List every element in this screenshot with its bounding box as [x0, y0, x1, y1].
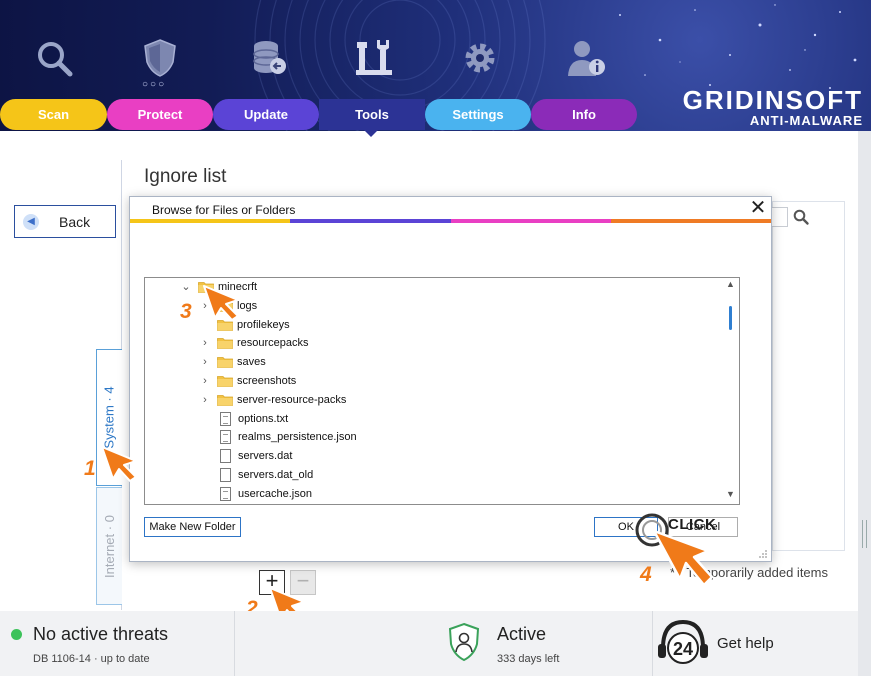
step-4-arrow-icon: [652, 529, 714, 587]
chevron-right-icon[interactable]: ›: [199, 375, 211, 387]
back-button[interactable]: ◀ Back: [14, 205, 116, 238]
tree-node-label: realms_persistence.json: [238, 431, 357, 444]
status-dot-icon: [11, 629, 22, 640]
dialog-title: Browse for Files or Folders: [152, 203, 296, 217]
resize-grip-icon[interactable]: [758, 549, 768, 559]
make-new-folder-button[interactable]: Make New Folder: [144, 517, 241, 537]
footer-divider: [234, 611, 235, 676]
scroll-thumb[interactable]: [729, 306, 732, 330]
scroll-up-icon[interactable]: ▲: [726, 279, 735, 289]
tab-internet[interactable]: Internet · 0: [96, 487, 122, 605]
tab-protect[interactable]: Protect: [107, 99, 213, 130]
colorbar-segment: [610, 219, 771, 223]
tab-scan[interactable]: Scan: [0, 99, 107, 130]
tree-node-label: options.txt: [238, 412, 289, 425]
settings-gear-icon[interactable]: [458, 36, 502, 80]
tree-node-label: server-resource-packs: [237, 393, 347, 406]
tree-node[interactable]: options.txt: [145, 410, 288, 428]
support-headset-icon[interactable]: 24: [655, 616, 711, 672]
threat-status: No active threats: [33, 624, 169, 644]
file-icon: [220, 468, 231, 482]
tree-node-label: profilekeys: [237, 318, 290, 331]
tree-node-label: servers.dat_old: [238, 469, 314, 481]
tab-update[interactable]: Update: [213, 99, 319, 130]
back-button-label: Back: [59, 213, 91, 230]
tree-scrollbar[interactable]: ▲ ▼: [723, 278, 739, 504]
scroll-down-icon[interactable]: ▼: [726, 489, 735, 499]
update-database-icon[interactable]: [246, 36, 290, 80]
footer-divider: [652, 611, 653, 676]
license-days-left: 333 days left: [497, 653, 560, 665]
active-tab-caret: [364, 130, 378, 137]
tools-wrench-icon[interactable]: [352, 36, 396, 80]
tree-node[interactable]: usercache.json: [145, 485, 312, 503]
page-title: Ignore list: [144, 166, 227, 187]
status-footer: No active threats DB 1106-14 · up to dat…: [0, 611, 858, 676]
chevron-right-icon[interactable]: ›: [199, 394, 211, 406]
step-1-arrow-icon: [101, 446, 137, 482]
info-user-icon[interactable]: [564, 36, 608, 80]
tree-node[interactable]: › server-resource-packs: [145, 391, 346, 409]
tree-node-label: screenshots: [237, 375, 297, 387]
protection-status: Active: [497, 624, 547, 644]
folder-icon: [217, 338, 233, 350]
tree-node[interactable]: servers.dat: [145, 447, 292, 465]
step-number-1: 1: [84, 457, 96, 480]
main-nav-tabs: Scan Protect Update Tools Settings Info: [0, 99, 640, 130]
browse-dialog: Browse for Files or Folders ✕ ⌄ minecrft ›…: [129, 196, 772, 562]
brand-subtitle: ANTI-MALWARE: [749, 113, 863, 128]
colorbar-segment: [130, 219, 291, 223]
database-status: DB 1106-14 · up to date: [33, 653, 150, 665]
tree-node[interactable]: › screenshots: [145, 372, 296, 390]
app-header: ○○○ Scan Protect Update Tools Settings I…: [0, 0, 871, 131]
tab-system-label: System · 4: [102, 386, 117, 449]
window-scrollbar[interactable]: [858, 131, 871, 676]
tree-node[interactable]: › saves: [145, 353, 266, 371]
shield-dots: ○○○: [142, 79, 167, 90]
tab-tools[interactable]: Tools: [319, 99, 425, 130]
tree-node[interactable]: realms_persistence.json: [145, 428, 357, 446]
dialog-close-button[interactable]: ✕: [748, 198, 768, 219]
ignore-list-box: [772, 201, 845, 551]
scrollbar-grip[interactable]: [862, 520, 867, 548]
search-icon[interactable]: [792, 208, 810, 226]
brand-name: GRIDINSOFT: [682, 85, 863, 115]
step-number-3: 3: [180, 300, 192, 323]
tree-node-label: servers.dat: [238, 450, 293, 463]
file-icon: [220, 486, 231, 501]
tab-info[interactable]: Info: [531, 99, 637, 130]
back-arrow-icon: ◀: [23, 213, 39, 230]
chevron-right-icon[interactable]: ›: [199, 337, 211, 349]
brand-logo: GRIDINSOFT ANTI-MALWARE: [658, 85, 863, 128]
file-icon: [220, 449, 231, 464]
search-input[interactable]: [770, 207, 788, 227]
protection-shield-icon: [447, 622, 481, 662]
colorbar-segment: [290, 219, 451, 223]
support-badge-text: 24: [673, 639, 693, 659]
tree-node-label: resourcepacks: [237, 337, 309, 350]
dialog-color-bar: [130, 219, 771, 223]
tree-node-label: saves: [237, 356, 266, 369]
folder-icon: [217, 394, 233, 406]
tree-node-label: usercache.json: [238, 487, 312, 500]
folder-icon: [217, 357, 233, 369]
file-icon: [220, 430, 231, 445]
step-3-arrow-icon: [203, 285, 239, 321]
protect-shield-icon[interactable]: [138, 36, 182, 80]
scan-search-icon[interactable]: [32, 36, 76, 80]
tree-node[interactable]: › resourcepacks: [145, 334, 309, 352]
folder-icon: [217, 376, 233, 387]
tab-settings[interactable]: Settings: [425, 99, 531, 130]
chevron-right-icon[interactable]: ›: [199, 356, 211, 368]
chevron-down-icon[interactable]: ⌄: [180, 281, 192, 293]
get-help-link[interactable]: Get help: [717, 635, 774, 652]
tab-internet-label: Internet · 0: [102, 514, 117, 578]
tree-node[interactable]: servers.dat_old: [145, 466, 313, 484]
file-icon: [220, 411, 231, 426]
colorbar-segment: [450, 219, 611, 223]
